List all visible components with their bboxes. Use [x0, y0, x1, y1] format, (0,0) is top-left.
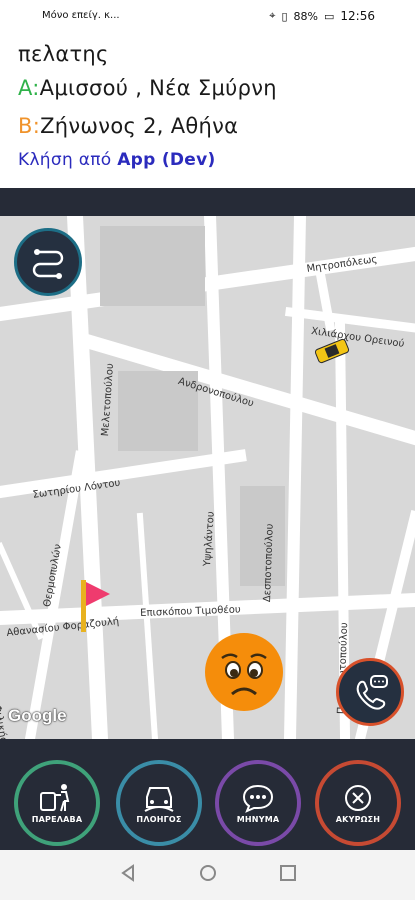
customer-name: πελατης [18, 42, 109, 66]
chat-bubble-icon [242, 784, 274, 813]
route-icon [32, 249, 64, 279]
car-navigation-icon [144, 786, 174, 812]
battery-level: 88% [293, 9, 318, 23]
call-source-app: App (Dev) [117, 150, 216, 170]
system-nav-bar [0, 850, 415, 900]
message-button[interactable]: ΜΗΝΥΜΑ [215, 760, 301, 846]
received-button[interactable]: ΠΑΡΕΛΑΒΑ [14, 760, 100, 846]
passenger-pickup-icon [40, 783, 70, 811]
call-customer-button[interactable] [336, 658, 404, 726]
google-attribution: Google [8, 706, 67, 725]
pickup-letter: A: [18, 76, 40, 100]
call-source: Κλήση από App (Dev) [18, 150, 216, 170]
phone-chat-icon [356, 675, 388, 710]
taxi-marker-icon [314, 338, 350, 364]
status-bar: Μόνο επείγ. κ... ⌖ ▯ 88% ▭ 12:56 [0, 0, 415, 34]
cancel-button[interactable]: ΑΚΥΡΩΣΗ [315, 760, 401, 846]
dropoff-letter: B: [18, 114, 41, 138]
close-circle-icon [345, 784, 371, 811]
pickup-address: A:Αμισσού , Νέα Σμύρνη [18, 76, 277, 100]
route-toggle-button[interactable] [14, 228, 82, 296]
destination-flag-icon [81, 580, 110, 632]
sad-face-icon [205, 633, 283, 711]
message-label: ΜΗΝΥΜΑ [236, 814, 280, 824]
call-prefix: Κλήση από [18, 150, 112, 170]
clock: 12:56 [340, 9, 375, 23]
cancel-label: ΑΚΥΡΩΣΗ [335, 814, 381, 824]
action-bar: ΠΑΡΕΛΑΒΑ ΠΛΟΗΓΟΣ ΜΗΝΥΜΑ ΑΚΥΡΩΣΗ [0, 739, 415, 850]
notification-text: Μόνο επείγ. κ... [42, 10, 120, 21]
home-icon[interactable] [199, 864, 217, 886]
navigation-button[interactable]: ΠΛΟΗΓΟΣ [116, 760, 202, 846]
pickup-text: Αμισσού , Νέα Σμύρνη [39, 76, 277, 100]
received-label: ΠΑΡΕΛΑΒΑ [31, 814, 83, 824]
ride-info-panel: πελατης A:Αμισσού , Νέα Σμύρνη B:Ζήνωνος… [0, 34, 415, 188]
divider-strip [0, 188, 415, 216]
vibrate-icon: ▯ [281, 9, 288, 23]
dropoff-address: B:Ζήνωνος 2, Αθήνα [18, 114, 238, 138]
dropoff-text: Ζήνωνος 2, Αθήνα [40, 114, 239, 138]
location-icon: ⌖ [269, 9, 276, 22]
status-indicators: ⌖ ▯ 88% ▭ 12:56 [269, 9, 375, 23]
navigation-label: ΠΛΟΗΓΟΣ [136, 814, 182, 824]
back-icon[interactable] [119, 864, 137, 886]
battery-icon: ▭ [324, 9, 335, 23]
recents-icon[interactable] [279, 864, 297, 886]
